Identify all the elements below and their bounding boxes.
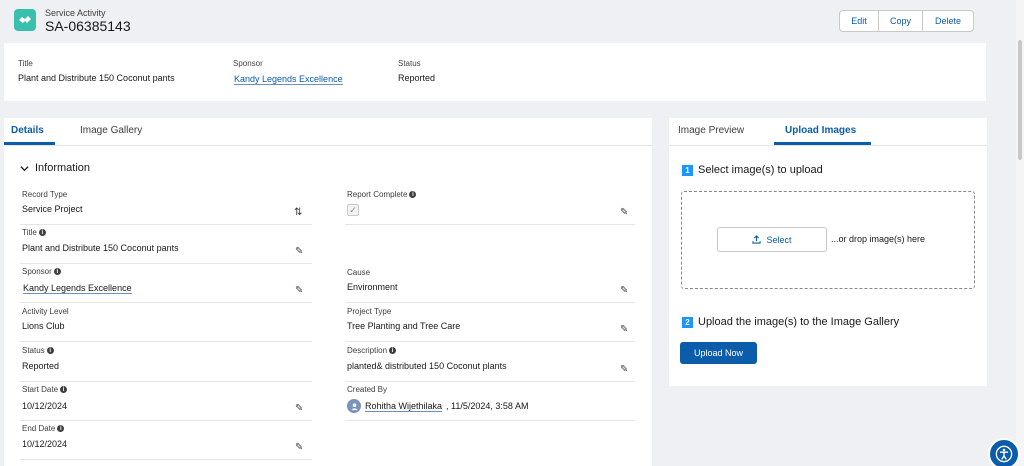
field-divider bbox=[345, 381, 635, 382]
field-divider bbox=[345, 341, 635, 342]
drop-hint: ...or drop image(s) here bbox=[831, 234, 926, 244]
highlight-sponsor-link[interactable]: Kandy Legends Excellence bbox=[234, 74, 343, 85]
edit-project-type-pencil-icon[interactable]: ✎ bbox=[620, 324, 628, 335]
section-header-information[interactable]: Information bbox=[20, 162, 90, 174]
field-value-record-type: Service Project bbox=[22, 204, 83, 214]
field-label-status: Status i bbox=[22, 346, 54, 355]
sponsor-link[interactable]: Kandy Legends Excellence bbox=[23, 283, 132, 294]
image-upload-panel: Image Preview Upload Images 1 Select ima… bbox=[669, 118, 987, 386]
highlight-label-sponsor: Sponsor bbox=[233, 59, 263, 68]
created-by-value: Rohitha Wijethilaka , 11/5/2024, 3:58 AM bbox=[347, 399, 528, 413]
service-activity-icon bbox=[14, 9, 36, 31]
field-value-end-date: 10/12/2024 bbox=[22, 439, 68, 449]
field-divider bbox=[20, 302, 312, 303]
select-label: Select bbox=[766, 234, 792, 245]
step-2-badge: 2 bbox=[682, 316, 693, 328]
tab-divider bbox=[4, 145, 652, 146]
step-1-text: Select image(s) to upload bbox=[698, 164, 823, 176]
field-divider bbox=[20, 341, 312, 342]
step-1: 1 Select image(s) to upload bbox=[682, 164, 823, 176]
tab-image-preview[interactable]: Image Preview bbox=[678, 125, 744, 136]
field-value-description: planted& distributed 150 Coconut plants bbox=[347, 361, 507, 371]
field-divider bbox=[20, 381, 312, 382]
edit-description-pencil-icon[interactable]: ✎ bbox=[620, 364, 628, 375]
report-complete-checkbox: ✓ bbox=[347, 204, 359, 216]
field-value-start-date: 10/12/2024 bbox=[22, 401, 68, 411]
tab-upload-images[interactable]: Upload Images bbox=[785, 125, 856, 136]
highlight-value-status: Reported bbox=[398, 73, 436, 83]
highlight-value-title: Plant and Distribute 150 Coconut pants bbox=[18, 73, 175, 83]
edit-sponsor-pencil-icon[interactable]: ✎ bbox=[295, 285, 303, 296]
highlight-label-title: Title bbox=[18, 59, 33, 68]
scrollbar-thumb[interactable] bbox=[1018, 40, 1022, 160]
field-value-project-type: Tree Planting and Tree Care bbox=[347, 321, 461, 331]
info-icon[interactable]: i bbox=[53, 268, 61, 275]
info-icon[interactable]: i bbox=[60, 386, 68, 393]
field-label-activity-level: Activity Level bbox=[22, 307, 69, 316]
info-icon[interactable]: i bbox=[389, 347, 397, 354]
chevron-down-icon bbox=[20, 165, 29, 171]
copy-button[interactable]: Copy bbox=[879, 11, 923, 31]
object-label: Service Activity bbox=[45, 8, 106, 18]
info-icon[interactable]: i bbox=[46, 347, 54, 354]
created-by-date: , 11/5/2024, 3:58 AM bbox=[446, 401, 529, 411]
image-dropzone[interactable]: Select ...or drop image(s) here bbox=[681, 191, 975, 289]
field-label-record-type: Record Type bbox=[22, 190, 68, 199]
field-label-description: Description i bbox=[347, 346, 397, 355]
created-by-user-link[interactable]: Rohitha Wijethilaka bbox=[365, 401, 443, 412]
tab-divider bbox=[669, 145, 987, 146]
step-2-text: Upload the image(s) to the Image Gallery bbox=[698, 316, 900, 328]
delete-button[interactable]: Delete bbox=[923, 11, 973, 31]
field-label-title: Title i bbox=[22, 228, 46, 237]
details-panel: Details Image Gallery Information Record… bbox=[4, 118, 652, 466]
tab-details[interactable]: Details bbox=[11, 125, 44, 136]
record-name: SA-06385143 bbox=[45, 18, 131, 34]
highlight-label-status: Status bbox=[398, 59, 421, 68]
field-divider bbox=[20, 459, 312, 460]
field-label-created-by: Created By bbox=[347, 385, 388, 394]
record-header: Service Activity SA-06385143 Edit Copy D… bbox=[0, 0, 1024, 44]
info-icon[interactable]: i bbox=[57, 425, 65, 432]
accessibility-icon[interactable] bbox=[988, 438, 1020, 466]
field-label-end-date: End Date i bbox=[22, 424, 65, 433]
field-divider bbox=[20, 263, 312, 264]
field-divider bbox=[345, 420, 635, 421]
field-divider bbox=[345, 224, 635, 225]
select-images-button[interactable]: Select bbox=[717, 227, 827, 252]
edit-button[interactable]: Edit bbox=[840, 11, 879, 31]
info-icon[interactable]: i bbox=[38, 229, 46, 236]
upload-icon bbox=[752, 235, 762, 244]
change-record-type-icon[interactable]: ⇅ bbox=[294, 207, 302, 218]
field-value-status: Reported bbox=[22, 361, 60, 371]
field-value-title: Plant and Distribute 150 Coconut pants bbox=[22, 243, 179, 253]
section-title: Information bbox=[35, 162, 91, 174]
edit-cause-pencil-icon[interactable]: ✎ bbox=[620, 285, 628, 296]
field-label-report-complete: Report Complete i bbox=[347, 190, 417, 199]
step-2: 2 Upload the image(s) to the Image Galle… bbox=[682, 316, 899, 328]
field-label-cause: Cause bbox=[347, 268, 371, 277]
field-label-start-date: Start Date i bbox=[22, 385, 68, 394]
edit-report-complete-pencil-icon[interactable]: ✎ bbox=[620, 207, 628, 218]
user-avatar-icon bbox=[347, 399, 361, 413]
field-value-cause: Environment bbox=[347, 282, 398, 292]
info-icon[interactable]: i bbox=[409, 191, 417, 198]
field-divider bbox=[20, 420, 312, 421]
upload-now-button[interactable]: Upload Now bbox=[680, 342, 757, 364]
highlights-panel: Title Plant and Distribute 150 Coconut p… bbox=[4, 43, 986, 101]
action-button-group: Edit Copy Delete bbox=[839, 10, 974, 32]
edit-start-date-pencil-icon[interactable]: ✎ bbox=[295, 403, 303, 414]
tab-image-gallery[interactable]: Image Gallery bbox=[80, 125, 142, 136]
edit-end-date-pencil-icon[interactable]: ✎ bbox=[295, 442, 303, 453]
field-label-sponsor: Sponsor i bbox=[22, 267, 61, 276]
field-label-project-type: Project Type bbox=[347, 307, 392, 316]
step-1-badge: 1 bbox=[682, 164, 693, 176]
field-value-activity-level: Lions Club bbox=[22, 321, 65, 331]
field-divider bbox=[20, 224, 312, 225]
field-divider bbox=[345, 302, 635, 303]
edit-title-pencil-icon[interactable]: ✎ bbox=[295, 246, 303, 257]
